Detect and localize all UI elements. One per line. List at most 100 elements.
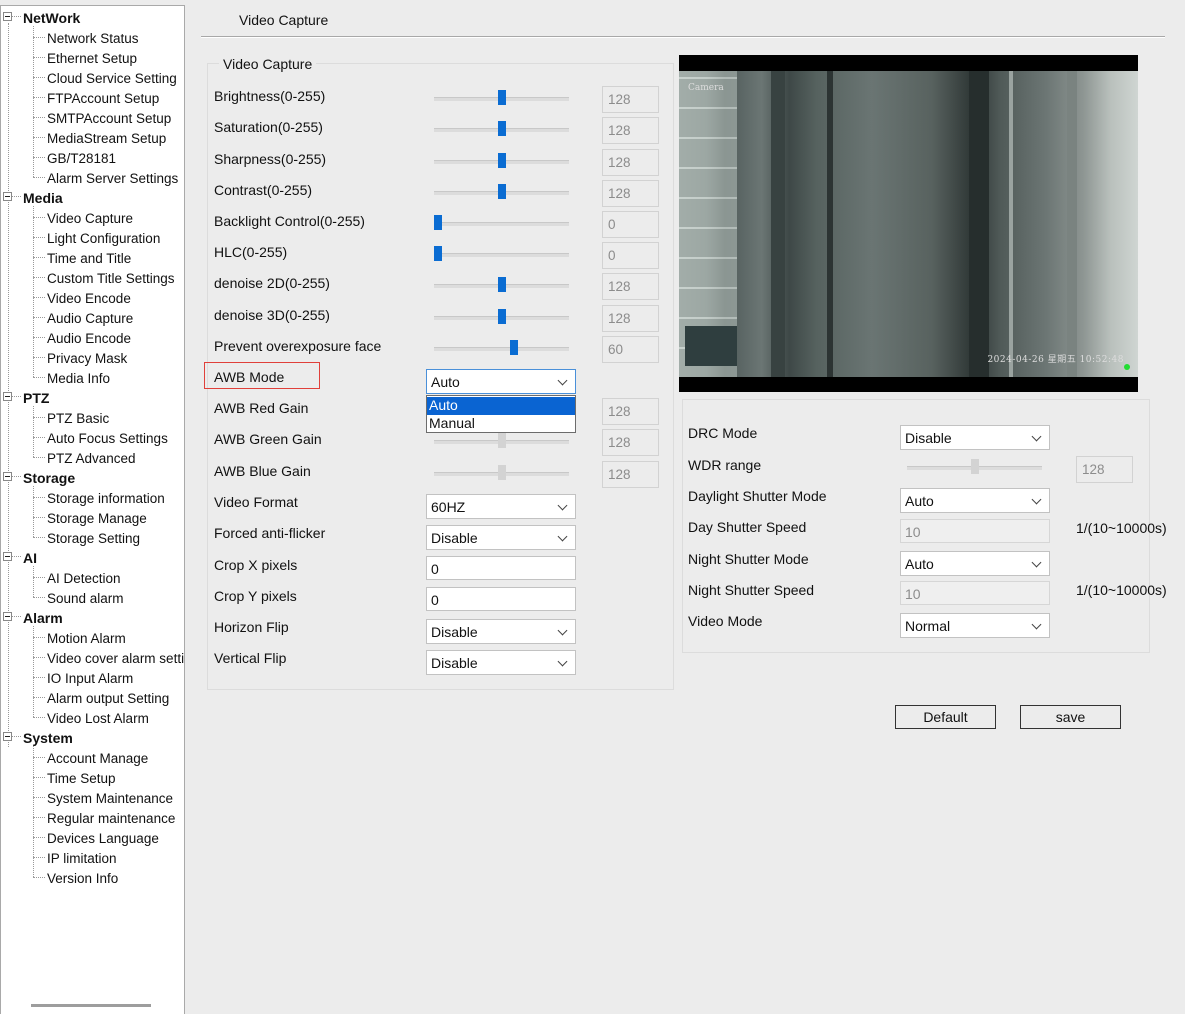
tree-connector [33, 437, 45, 438]
tree-connector [33, 97, 45, 98]
sidebar-item-ethernet-setup[interactable]: Ethernet Setup [33, 48, 184, 68]
denoise-2d-thumb[interactable] [498, 277, 506, 292]
awb-green-gain-thumb[interactable] [498, 433, 506, 448]
sidebar-item-light-configuration[interactable]: Light Configuration [33, 228, 184, 248]
night-shutter-speed-input[interactable]: 10 [900, 581, 1050, 605]
denoise-3d-label: denoise 3D(0-255) [214, 307, 330, 323]
collapse-toggle-icon[interactable] [3, 192, 12, 201]
tree-connector [33, 206, 34, 377]
sidebar-item-video-cover-alarm-setti[interactable]: Video cover alarm setti [33, 648, 184, 668]
sidebar-item-time-and-title[interactable]: Time and Title [33, 248, 184, 268]
sidebar-item-system-maintenance[interactable]: System Maintenance [33, 788, 184, 808]
tree-group-alarm[interactable]: Alarm [1, 608, 181, 628]
tree-group-ai[interactable]: AI [1, 548, 181, 568]
save-button[interactable]: save [1020, 705, 1121, 729]
collapse-toggle-icon[interactable] [3, 392, 12, 401]
sidebar-item-version-info[interactable]: Version Info [33, 868, 184, 888]
sidebar-item-mediastream-setup[interactable]: MediaStream Setup [33, 128, 184, 148]
chevron-down-icon [1031, 619, 1042, 630]
tree-group-ptz[interactable]: PTZ [1, 388, 181, 408]
sidebar-item-regular-maintenance[interactable]: Regular maintenance [33, 808, 184, 828]
night-shutter-mode-value: Auto [905, 556, 934, 572]
sidebar-item-sound-alarm[interactable]: Sound alarm [33, 588, 184, 608]
sidebar-item-io-input-alarm[interactable]: IO Input Alarm [33, 668, 184, 688]
tree-group-system[interactable]: System [1, 728, 181, 748]
collapse-toggle-icon[interactable] [3, 732, 12, 741]
tree-group-media[interactable]: Media [1, 188, 181, 208]
wdr-range-thumb[interactable] [971, 459, 979, 474]
sidebar-item-storage-setting[interactable]: Storage Setting [33, 528, 184, 548]
tree-group-label: Storage [23, 470, 76, 486]
tree-connector [12, 396, 21, 397]
collapse-toggle-icon[interactable] [3, 472, 12, 481]
sidebar-item-custom-title-settings[interactable]: Custom Title Settings [33, 268, 184, 288]
sidebar-item-storage-information[interactable]: Storage information [33, 488, 184, 508]
sidebar-item-cloud-service-setting[interactable]: Cloud Service Setting [33, 68, 184, 88]
collapse-toggle-icon[interactable] [3, 612, 12, 621]
sidebar-item-storage-manage[interactable]: Storage Manage [33, 508, 184, 528]
backlight-control-slider[interactable] [434, 222, 569, 226]
sidebar-item-audio-encode[interactable]: Audio Encode [33, 328, 184, 348]
sidebar-item-network-status[interactable]: Network Status [33, 28, 184, 48]
prevent-overexposure-face-thumb[interactable] [510, 340, 518, 355]
collapse-toggle-icon[interactable] [3, 552, 12, 561]
chevron-down-icon [557, 500, 568, 511]
sidebar-item-motion-alarm[interactable]: Motion Alarm [33, 628, 184, 648]
crop-x-input[interactable]: 0 [426, 556, 576, 580]
sidebar-item-video-capture[interactable]: Video Capture [33, 208, 184, 228]
sidebar-item-media-info[interactable]: Media Info [33, 368, 184, 388]
saturation-thumb[interactable] [498, 121, 506, 136]
awb-option-auto[interactable]: Auto [427, 397, 575, 415]
sidebar-item-account-manage[interactable]: Account Manage [33, 748, 184, 768]
sidebar-item-ftpaccount-setup[interactable]: FTPAccount Setup [33, 88, 184, 108]
osd-camera-name: Camera [688, 83, 724, 93]
prevent-overexposure-face-slider[interactable] [434, 347, 569, 351]
sidebar-item-video-encode[interactable]: Video Encode [33, 288, 184, 308]
awb-mode-select[interactable]: Auto [426, 369, 576, 394]
sidebar-item-auto-focus-settings[interactable]: Auto Focus Settings [33, 428, 184, 448]
sidebar-item-ip-limitation[interactable]: IP limitation [33, 848, 184, 868]
default-button[interactable]: Default [895, 705, 996, 729]
sidebar-item-label: Cloud Service Setting [47, 71, 177, 86]
sidebar-item-privacy-mask[interactable]: Privacy Mask [33, 348, 184, 368]
hlc-thumb[interactable] [434, 246, 442, 261]
denoise-3d-thumb[interactable] [498, 309, 506, 324]
contrast-thumb[interactable] [498, 184, 506, 199]
sharpness-thumb[interactable] [498, 153, 506, 168]
sidebar-item-alarm-server-settings[interactable]: Alarm Server Settings [33, 168, 184, 188]
backlight-control-thumb[interactable] [434, 215, 442, 230]
day-shutter-speed-input[interactable]: 10 [900, 519, 1050, 543]
tree-group-storage[interactable]: Storage [1, 468, 181, 488]
drc-mode-select[interactable]: Disable [900, 425, 1050, 450]
sidebar-item-time-setup[interactable]: Time Setup [33, 768, 184, 788]
collapse-toggle-icon[interactable] [3, 12, 12, 21]
sidebar-item-ptz-basic[interactable]: PTZ Basic [33, 408, 184, 428]
saturation-label: Saturation(0-255) [214, 119, 323, 135]
sidebar-item-alarm-output-setting[interactable]: Alarm output Setting [33, 688, 184, 708]
crop-y-input[interactable]: 0 [426, 587, 576, 611]
awb-blue-gain-thumb[interactable] [498, 465, 506, 480]
awb-red-gain-value: 128 [602, 398, 659, 425]
video-mode-select[interactable]: Normal [900, 613, 1050, 638]
sidebar-scrollbar[interactable] [31, 1004, 151, 1007]
sidebar-item-audio-capture[interactable]: Audio Capture [33, 308, 184, 328]
anti-flicker-select[interactable]: Disable [426, 525, 576, 550]
video-preview: Camera 2024-04-26 星期五 10:52:48 [679, 55, 1138, 392]
daylight-shutter-mode-select[interactable]: Auto [900, 488, 1050, 513]
sidebar-item-video-lost-alarm[interactable]: Video Lost Alarm [33, 708, 184, 728]
vertical-flip-select[interactable]: Disable [426, 650, 576, 675]
anti-flicker-label: Forced anti-flicker [214, 525, 326, 541]
video-format-select[interactable]: 60HZ [426, 494, 576, 519]
sidebar-item-gb-t28181[interactable]: GB/T28181 [33, 148, 184, 168]
brightness-thumb[interactable] [498, 90, 506, 105]
horizon-flip-select[interactable]: Disable [426, 619, 576, 644]
sidebar-item-ptz-advanced[interactable]: PTZ Advanced [33, 448, 184, 468]
night-shutter-mode-select[interactable]: Auto [900, 551, 1050, 576]
sidebar-item-smtpaccount-setup[interactable]: SMTPAccount Setup [33, 108, 184, 128]
sidebar-item-label: Privacy Mask [47, 351, 128, 366]
tree-group-network[interactable]: NetWork [1, 8, 181, 28]
sidebar-item-devices-language[interactable]: Devices Language [33, 828, 184, 848]
hlc-slider[interactable] [434, 253, 569, 257]
awb-option-manual[interactable]: Manual [427, 415, 575, 433]
sidebar-item-ai-detection[interactable]: AI Detection [33, 568, 184, 588]
